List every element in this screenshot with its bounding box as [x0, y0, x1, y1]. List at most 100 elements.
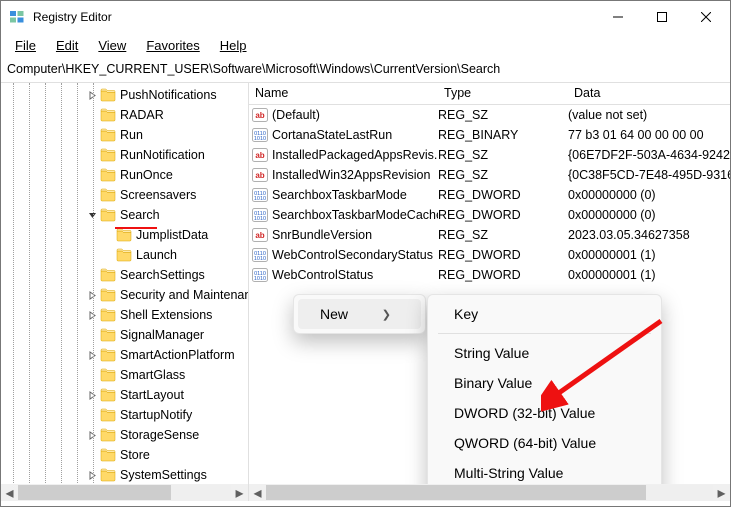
list-header: Name Type Data: [249, 83, 730, 105]
tree-node[interactable]: RunNotification: [1, 145, 248, 165]
row-type: REG_SZ: [438, 108, 568, 122]
chevron-right-icon[interactable]: [85, 288, 99, 302]
tree-node[interactable]: SystemSettings: [1, 465, 248, 485]
annotation-underline: [115, 227, 157, 229]
tree-spacer: [85, 408, 99, 422]
chevron-down-icon[interactable]: [85, 208, 99, 222]
list-row[interactable]: 01101010CortanaStateLastRunREG_BINARY77 …: [249, 125, 730, 145]
tree-label: Shell Extensions: [120, 308, 212, 322]
scroll-left-icon[interactable]: ◂: [249, 484, 266, 501]
chevron-right-icon[interactable]: [85, 388, 99, 402]
folder-icon: [100, 408, 116, 422]
column-type[interactable]: Type: [438, 83, 568, 104]
address-bar[interactable]: Computer\HKEY_CURRENT_USER\Software\Micr…: [1, 58, 730, 83]
row-name: WebControlSecondaryStatus: [272, 248, 433, 262]
tree-spacer: [85, 148, 99, 162]
row-data: 0x00000000 (0): [568, 188, 730, 202]
tree-label: StartLayout: [120, 388, 184, 402]
menu-file[interactable]: File: [5, 35, 46, 56]
tree-label: StartupNotify: [120, 408, 192, 422]
tree-node[interactable]: Security and Maintenance: [1, 285, 248, 305]
tree-node[interactable]: Launch: [1, 245, 248, 265]
list-horizontal-scrollbar[interactable]: ◂ ▸: [249, 484, 730, 501]
tree-node[interactable]: RunOnce: [1, 165, 248, 185]
tree-spacer: [101, 228, 115, 242]
row-type: REG_BINARY: [438, 128, 568, 142]
svg-text:1010: 1010: [254, 136, 266, 142]
scroll-right-icon[interactable]: ▸: [231, 484, 248, 501]
list-row[interactable]: 01101010SearchboxTaskbarModeCacheREG_DWO…: [249, 205, 730, 225]
menu-view[interactable]: View: [88, 35, 136, 56]
tree-node[interactable]: StorageSense: [1, 425, 248, 445]
column-name[interactable]: Name: [249, 83, 438, 104]
menu-favorites[interactable]: Favorites: [136, 35, 209, 56]
svg-text:ab: ab: [255, 111, 264, 120]
tree-node[interactable]: Screensavers: [1, 185, 248, 205]
maximize-button[interactable]: [640, 2, 684, 32]
list-row[interactable]: abInstalledPackagedAppsRevis...REG_SZ{06…: [249, 145, 730, 165]
chevron-right-icon[interactable]: [85, 88, 99, 102]
tree-label: StorageSense: [120, 428, 199, 442]
list-row[interactable]: 01101010SearchboxTaskbarModeREG_DWORD0x0…: [249, 185, 730, 205]
row-data: 77 b3 01 64 00 00 00 00: [568, 128, 730, 142]
binary-value-icon: 01101010: [252, 127, 268, 143]
string-value-icon: ab: [252, 167, 268, 183]
tree-node[interactable]: SearchSettings: [1, 265, 248, 285]
minimize-button[interactable]: [596, 2, 640, 32]
tree-spacer: [85, 448, 99, 462]
chevron-right-icon[interactable]: [85, 308, 99, 322]
tree-node[interactable]: SignalManager: [1, 325, 248, 345]
row-data: 0x00000000 (0): [568, 208, 730, 222]
scroll-right-icon[interactable]: ▸: [713, 484, 730, 501]
context-item-dword[interactable]: DWORD (32-bit) Value: [432, 398, 657, 428]
menu-help[interactable]: Help: [210, 35, 257, 56]
tree-label: JumplistData: [136, 228, 208, 242]
row-data: (value not set): [568, 108, 730, 122]
binary-value-icon: 01101010: [252, 187, 268, 203]
tree-node[interactable]: RADAR: [1, 105, 248, 125]
row-name: InstalledWin32AppsRevision: [272, 168, 430, 182]
row-type: REG_SZ: [438, 148, 568, 162]
tree-node[interactable]: Run: [1, 125, 248, 145]
tree-node[interactable]: SmartGlass: [1, 365, 248, 385]
context-item-key[interactable]: Key: [432, 299, 657, 329]
row-name: WebControlStatus: [272, 268, 373, 282]
list-row[interactable]: 01101010WebControlSecondaryStatusREG_DWO…: [249, 245, 730, 265]
scroll-left-icon[interactable]: ◂: [1, 484, 18, 501]
tree-node[interactable]: Search: [1, 205, 248, 225]
folder-icon: [100, 448, 116, 462]
list-row[interactable]: 01101010WebControlStatusREG_DWORD0x00000…: [249, 265, 730, 285]
tree-label: SearchSettings: [120, 268, 205, 282]
svg-text:1010: 1010: [254, 276, 266, 282]
column-data[interactable]: Data: [568, 83, 730, 104]
context-item-binary[interactable]: Binary Value: [432, 368, 657, 398]
list-row[interactable]: abSnrBundleVersionREG_SZ2023.03.05.34627…: [249, 225, 730, 245]
folder-icon: [100, 388, 116, 402]
tree-horizontal-scrollbar[interactable]: ◂ ▸: [1, 484, 248, 501]
tree-node[interactable]: StartupNotify: [1, 405, 248, 425]
context-item-qword[interactable]: QWORD (64-bit) Value: [432, 428, 657, 458]
folder-icon: [100, 468, 116, 482]
menu-edit[interactable]: Edit: [46, 35, 88, 56]
row-data: {06E7DF2F-503A-4634-9242-7: [568, 148, 730, 162]
tree-spacer: [85, 128, 99, 142]
chevron-right-icon[interactable]: [85, 428, 99, 442]
tree-label: Run: [120, 128, 143, 142]
close-button[interactable]: [684, 2, 728, 32]
tree-node[interactable]: Shell Extensions: [1, 305, 248, 325]
tree-node[interactable]: Store: [1, 445, 248, 465]
context-item-new[interactable]: New ❯: [298, 299, 421, 329]
svg-text:ab: ab: [255, 151, 264, 160]
tree-node[interactable]: StartLayout: [1, 385, 248, 405]
list-row[interactable]: abInstalledWin32AppsRevisionREG_SZ{0C38F…: [249, 165, 730, 185]
list-row[interactable]: ab(Default)REG_SZ(value not set): [249, 105, 730, 125]
context-item-string[interactable]: String Value: [432, 338, 657, 368]
context-separator: [438, 333, 651, 334]
chevron-right-icon[interactable]: [85, 348, 99, 362]
chevron-right-icon[interactable]: [85, 468, 99, 482]
folder-icon: [100, 128, 116, 142]
tree-node[interactable]: PushNotifications: [1, 85, 248, 105]
tree-node[interactable]: SmartActionPlatform: [1, 345, 248, 365]
folder-icon: [100, 328, 116, 342]
binary-value-icon: 01101010: [252, 267, 268, 283]
